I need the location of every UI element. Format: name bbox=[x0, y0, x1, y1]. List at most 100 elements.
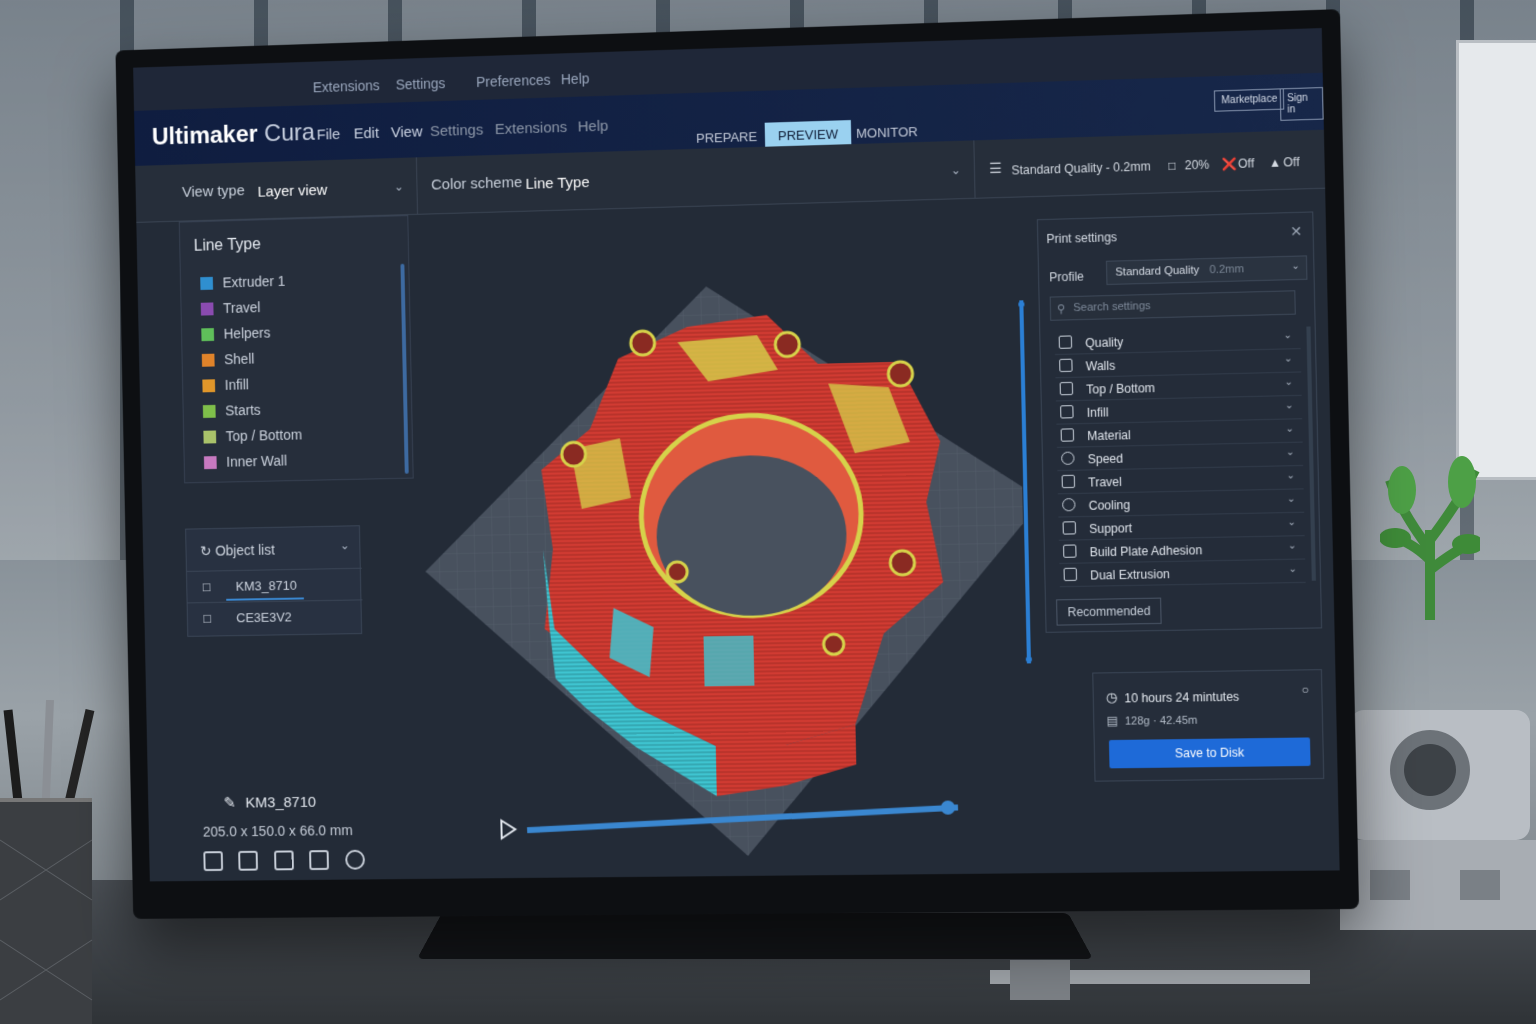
object-list-panel: ↻ Object list ⌄ □ KM3_8710 □ CE3E3V2 bbox=[185, 525, 364, 637]
color-scheme-value: Line Type bbox=[525, 174, 590, 193]
sliders-icon: ☰ bbox=[988, 159, 1003, 177]
object-row-km3-8710[interactable]: □ KM3_8710 bbox=[186, 567, 363, 603]
menu-help-secondary[interactable]: Help bbox=[578, 118, 609, 136]
chevron-down-icon: ⌄ bbox=[1287, 516, 1297, 529]
quality-icon bbox=[1058, 335, 1073, 349]
legend-scrollbar[interactable] bbox=[400, 263, 409, 474]
chevron-down-icon: ⌄ bbox=[1283, 329, 1293, 342]
search-settings-input[interactable]: ⚲ Search settings bbox=[1049, 290, 1296, 321]
adhesion-summary: Off bbox=[1283, 154, 1300, 170]
view-type-selector[interactable]: View type Layer view ⌄ bbox=[173, 157, 419, 222]
object-icon: □ bbox=[202, 579, 211, 595]
chevron-down-icon: ⌄ bbox=[393, 179, 404, 194]
color-swatch bbox=[200, 276, 214, 290]
model-dimensions: 205.0 x 150.0 x 66.0 mm bbox=[202, 822, 353, 840]
support-icon: ❌ bbox=[1221, 156, 1238, 172]
menu-view[interactable]: View bbox=[391, 123, 423, 141]
category-dual-extrusion[interactable]: Dual Extrusion ⌄ bbox=[1059, 560, 1306, 588]
menu-settings[interactable]: Settings bbox=[396, 75, 446, 92]
recommended-button[interactable]: Recommended bbox=[1056, 597, 1163, 626]
close-icon[interactable]: ✕ bbox=[1290, 223, 1302, 241]
category-build-plate-adhesion[interactable]: Build Plate Adhesion ⌄ bbox=[1058, 537, 1306, 564]
chevron-down-icon: ⌄ bbox=[1284, 376, 1294, 389]
search-icon: ⚲ bbox=[1056, 303, 1066, 316]
adhesion-icon bbox=[1063, 544, 1077, 558]
chevron-down-icon: ⌄ bbox=[1285, 446, 1295, 459]
3d-viewport[interactable] bbox=[379, 198, 1031, 880]
object-row-ce3e3v2[interactable]: □ CE3E3V2 bbox=[187, 599, 364, 634]
cura-window: Extensions Settings Preferences Help Ult… bbox=[133, 28, 1340, 882]
caliper bbox=[990, 960, 1310, 1000]
print-setup-summary[interactable]: ☰ Standard Quality - 0.2mm □ 20% ❌ Off ▲… bbox=[974, 130, 1325, 199]
menu-file[interactable]: File bbox=[317, 126, 341, 144]
info-icon[interactable]: ○ bbox=[1301, 683, 1309, 697]
profile-selector[interactable]: Standard Quality 0.2mm ⌄ bbox=[1105, 255, 1308, 286]
chevron-down-icon: ⌄ bbox=[1286, 493, 1296, 505]
view-type-label: View type bbox=[181, 182, 245, 201]
chevron-down-icon[interactable]: ⌄ bbox=[340, 538, 350, 552]
category-cooling[interactable]: Cooling ⌄ bbox=[1057, 490, 1305, 518]
infill-icon: □ bbox=[1168, 158, 1176, 173]
material-estimate: 128g · 42.45m bbox=[1124, 714, 1198, 728]
menu-extensions[interactable]: Extensions bbox=[313, 77, 380, 95]
profile-label: Profile bbox=[1049, 269, 1085, 285]
travel-icon bbox=[1061, 474, 1076, 489]
color-scheme-label: Color scheme bbox=[430, 174, 523, 194]
menu-edit[interactable]: Edit bbox=[354, 125, 380, 143]
legend-item-starts: Starts bbox=[202, 402, 261, 423]
right-view-icon[interactable] bbox=[344, 849, 365, 870]
object-list-toggle[interactable]: ↻ Object list bbox=[200, 542, 275, 560]
whiteboard bbox=[1456, 40, 1536, 480]
object-icon: □ bbox=[203, 610, 212, 626]
material-icon bbox=[1060, 428, 1075, 442]
support-summary: Off bbox=[1237, 156, 1255, 171]
color-swatch bbox=[203, 456, 217, 470]
color-swatch bbox=[200, 302, 214, 316]
speed-icon bbox=[1061, 451, 1075, 465]
color-swatch bbox=[203, 430, 217, 444]
monitor: Extensions Settings Preferences Help Ult… bbox=[115, 9, 1360, 919]
line-type-legend: Line Type Extruder 1 Travel Helpers Shel… bbox=[178, 215, 414, 484]
top-view-icon[interactable] bbox=[273, 850, 294, 871]
chevron-down-icon: ⌄ bbox=[1285, 423, 1295, 435]
spool-icon: ▤ bbox=[1106, 713, 1119, 728]
marketplace-button[interactable]: Marketplace bbox=[1213, 88, 1285, 112]
legend-title: Line Type bbox=[193, 236, 261, 255]
color-swatch bbox=[201, 353, 215, 367]
monitor-stand-base bbox=[416, 912, 1094, 959]
menu-preferences[interactable]: Preferences bbox=[476, 72, 551, 90]
sign-in-button[interactable]: Sign in bbox=[1279, 87, 1324, 121]
app-logo: Ultimaker Cura bbox=[151, 118, 316, 151]
menu-extensions-secondary[interactable]: Extensions bbox=[495, 119, 568, 138]
save-to-disk-button[interactable]: Save to Disk bbox=[1108, 737, 1311, 769]
legend-item-inner-wall: Inner Wall bbox=[203, 453, 287, 475]
3d-view-icon[interactable] bbox=[203, 851, 224, 872]
menu-settings-secondary[interactable]: Settings bbox=[430, 122, 484, 141]
category-support[interactable]: Support ⌄ bbox=[1058, 513, 1305, 541]
chevron-down-icon: ⌄ bbox=[1286, 470, 1296, 482]
settings-scrollbar[interactable] bbox=[1306, 326, 1316, 581]
top-bottom-icon bbox=[1059, 381, 1074, 396]
camera-view-buttons bbox=[203, 849, 376, 876]
potted-plant bbox=[1380, 456, 1480, 620]
front-view-icon[interactable] bbox=[238, 850, 259, 871]
left-view-icon[interactable] bbox=[309, 850, 330, 871]
walls-icon bbox=[1059, 358, 1073, 373]
chevron-down-icon: ⌄ bbox=[1288, 563, 1298, 576]
infill-summary: 20% bbox=[1184, 157, 1210, 173]
print-time: 10 hours 24 mintutes bbox=[1124, 689, 1240, 706]
print-settings-title: Print settings bbox=[1046, 230, 1118, 247]
chevron-down-icon: ⌄ bbox=[1287, 540, 1297, 552]
chevron-down-icon: ⌄ bbox=[1283, 353, 1293, 365]
menu-help[interactable]: Help bbox=[561, 70, 590, 87]
color-swatch bbox=[202, 379, 216, 393]
chevron-down-icon: ⌄ bbox=[1291, 260, 1301, 273]
dual-extrusion-icon bbox=[1063, 567, 1078, 582]
legend-item-shell: Shell bbox=[201, 351, 255, 372]
fan-icon bbox=[1062, 498, 1076, 512]
adhesion-icon: ▲ bbox=[1268, 155, 1282, 171]
view-type-value: Layer view bbox=[257, 181, 328, 201]
simulation-timeline[interactable] bbox=[499, 785, 959, 850]
metal-part bbox=[1340, 710, 1536, 930]
play-icon bbox=[501, 820, 515, 838]
